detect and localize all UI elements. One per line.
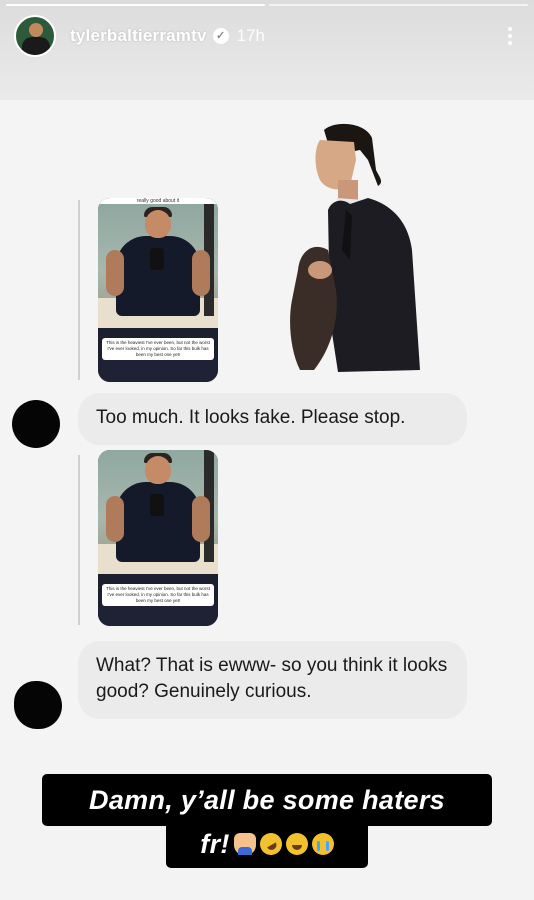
progress-segment (269, 4, 528, 6)
message-bubble: Too much. It looks fake. Please stop. (78, 393, 467, 445)
tears-of-joy-emoji (285, 833, 308, 855)
phone-icon (150, 248, 164, 270)
rolling-on-floor-laughing-emoji (255, 828, 286, 860)
reply-indicator-line (78, 455, 80, 625)
message-bubble: What? That is ewww- so you think it look… (78, 641, 467, 719)
more-vertical-icon[interactable] (500, 21, 520, 51)
shared-story-image[interactable]: This is the heaviest I've ever been, but… (98, 450, 218, 626)
sender-avatar[interactable] (14, 681, 62, 729)
person-shrugging-emoji (233, 833, 256, 855)
shared-image-caption: This is the heaviest I've ever been, but… (102, 584, 214, 606)
shared-story-image[interactable]: really good about it This is the heavies… (98, 198, 218, 382)
verified-badge-icon: ✓ (212, 28, 229, 44)
phone-icon (150, 494, 164, 516)
story-caption-line-1: Damn, y’all be some haters (42, 774, 492, 826)
confused-man-sticker (290, 123, 420, 372)
story-caption-line-2: fr! (166, 820, 368, 868)
story-username[interactable]: tylerbaltierramtv (70, 26, 207, 46)
story-progress-bar (6, 4, 528, 6)
story-timestamp: 17h (236, 26, 266, 45)
story-header: tylerbaltierramtv ✓ 17h (14, 14, 520, 58)
shared-image-caption: This is the heaviest I've ever been, but… (102, 338, 214, 360)
sender-avatar[interactable] (12, 400, 60, 448)
loudly-crying-emoji (311, 833, 334, 855)
story-caption-text: fr! (200, 829, 230, 859)
profile-avatar[interactable] (14, 15, 56, 57)
reply-indicator-line (78, 200, 80, 380)
progress-segment (6, 4, 265, 6)
